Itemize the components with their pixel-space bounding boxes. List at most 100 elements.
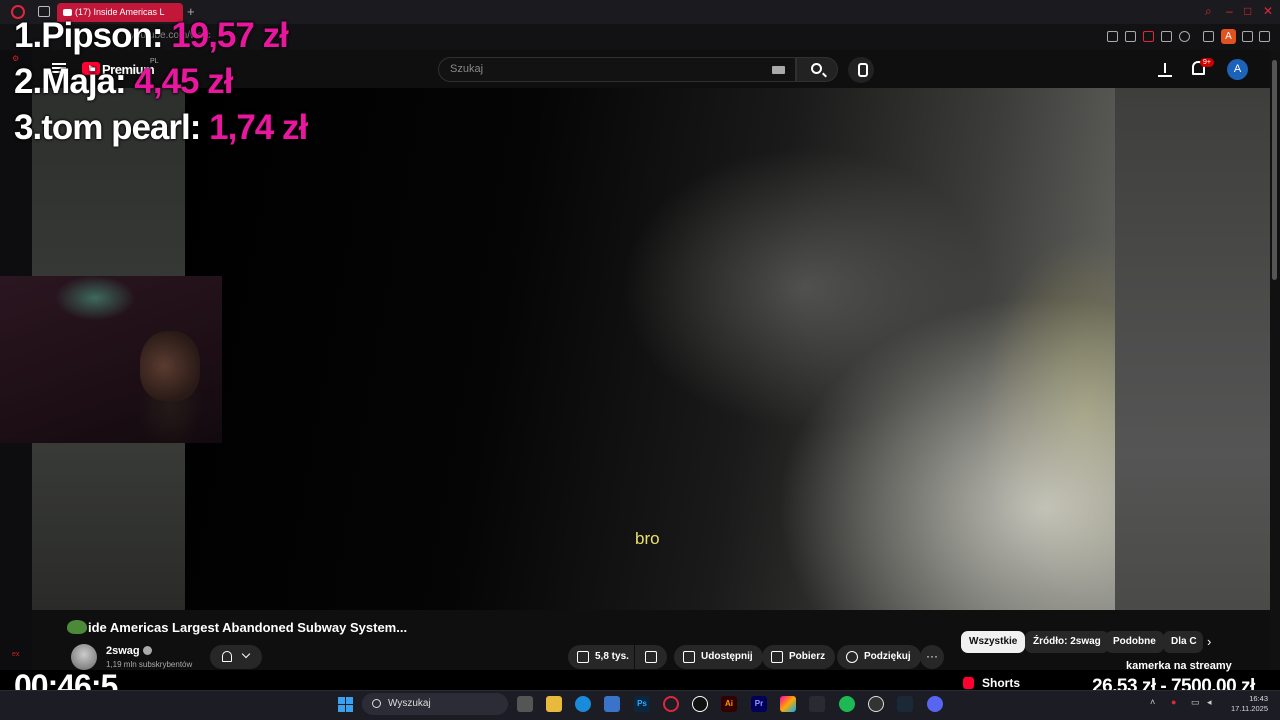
download-label: Pobierz xyxy=(789,651,826,662)
leaderboard-entry-1: 1.Pipson: 19,57 zł xyxy=(14,16,289,56)
display-icon[interactable]: ▭ xyxy=(1191,697,1200,708)
chip-source[interactable]: Źródło: 2swag xyxy=(1025,631,1109,653)
heart-icon[interactable] xyxy=(1179,31,1190,42)
clock-date: 17.11.2025 xyxy=(1231,704,1268,713)
subscription-bell-button[interactable] xyxy=(210,645,262,669)
thanks-icon xyxy=(846,651,858,663)
premiere-icon[interactable]: Pr xyxy=(751,696,767,712)
leaderboard-name: Pipson: xyxy=(41,16,163,55)
illustrator-icon[interactable]: Ai xyxy=(721,696,737,712)
volume-icon[interactable]: ◂ xyxy=(1207,697,1212,708)
thumbs-down-icon xyxy=(645,651,657,663)
subscriber-count: 1,19 mln subskrybentów xyxy=(106,660,193,669)
downloads-icon[interactable] xyxy=(1242,31,1253,42)
taskbar-clock[interactable]: 16:43 17.11.2025 xyxy=(1228,694,1268,714)
chip-related[interactable]: Podobne xyxy=(1105,631,1164,653)
steam-friends-icon[interactable] xyxy=(868,696,884,712)
search-icon xyxy=(372,699,381,708)
leaderboard-rank: 1. xyxy=(14,16,42,55)
keyboard-icon[interactable] xyxy=(772,66,785,74)
leaderboard-rank: 2. xyxy=(14,62,42,101)
leaderboard-amount: 1,74 zł xyxy=(209,108,308,147)
extension-a-icon[interactable]: A xyxy=(1221,29,1236,44)
microphone-icon[interactable]: ● xyxy=(1171,697,1176,707)
verified-icon xyxy=(142,646,152,655)
file-explorer-icon[interactable] xyxy=(546,696,562,712)
webcam-overlay xyxy=(0,276,222,443)
share-label: Udostępnij xyxy=(701,651,753,662)
scroll-thumb[interactable] xyxy=(1272,60,1277,280)
overlay-small-label: ex xyxy=(12,651,20,658)
more-actions-button[interactable]: ··· xyxy=(920,645,944,669)
photoshop-icon[interactable]: Ps xyxy=(634,696,650,712)
leaderboard-entry-3: 3.tom pearl: 1,74 zł xyxy=(14,108,308,148)
share-icon xyxy=(683,651,695,663)
streamer-face xyxy=(140,331,200,401)
minimize-button[interactable]: – xyxy=(1226,4,1233,18)
account-avatar[interactable]: A xyxy=(1227,59,1248,80)
search-tabs-icon[interactable]: ⌕ xyxy=(1205,4,1212,19)
task-view-icon[interactable] xyxy=(517,696,533,712)
dislike-button[interactable] xyxy=(635,645,667,669)
taskbar-search-label: Wyszukaj xyxy=(388,698,431,709)
search-button[interactable] xyxy=(796,57,838,82)
thanks-label: Podziękuj xyxy=(864,651,911,662)
shorts-icon xyxy=(963,677,974,689)
leaderboard-entry-2: 2.Maja: 4,45 zł xyxy=(14,62,233,102)
chevron-right-icon[interactable]: › xyxy=(1207,634,1211,649)
video-ambient-right xyxy=(1115,88,1270,610)
voice-search-button[interactable] xyxy=(848,57,874,83)
play-icon[interactable] xyxy=(1161,31,1172,42)
chip-for-you[interactable]: Dla C xyxy=(1163,631,1203,653)
leaderboard-amount: 4,45 zł xyxy=(134,62,233,101)
spotify-icon[interactable] xyxy=(839,696,855,712)
taskbar-search[interactable]: Wyszukaj xyxy=(362,693,508,715)
tray-chevron-up-icon[interactable]: ˄ xyxy=(1150,697,1155,707)
opera-icon[interactable] xyxy=(663,696,679,712)
donation-goal-title: kamerka na streamy xyxy=(1126,660,1232,672)
pocket-icon[interactable] xyxy=(1143,31,1154,42)
edge-icon[interactable] xyxy=(575,696,591,712)
discord-icon[interactable] xyxy=(927,696,943,712)
channel-avatar[interactable] xyxy=(71,644,97,670)
store-icon[interactable] xyxy=(604,696,620,712)
notification-count-badge: 9+ xyxy=(1200,58,1214,67)
search-icon xyxy=(811,63,822,74)
download-icon xyxy=(771,651,783,663)
windows-start-icon[interactable] xyxy=(338,697,353,712)
steam-icon[interactable] xyxy=(897,696,913,712)
thumbs-up-icon xyxy=(577,651,589,663)
chip-all[interactable]: Wszystkie xyxy=(961,631,1026,653)
menu-icon[interactable] xyxy=(1259,31,1270,42)
bell-icon xyxy=(222,651,232,662)
gradient-app-icon[interactable] xyxy=(780,696,796,712)
share-button[interactable]: Udostępnij xyxy=(674,645,763,669)
clock-time: 16:43 xyxy=(1249,694,1268,703)
maximize-button[interactable]: □ xyxy=(1244,4,1251,18)
create-upload-icon[interactable] xyxy=(1158,61,1172,77)
snapshot-icon[interactable] xyxy=(1125,31,1136,42)
blank-app-icon[interactable] xyxy=(809,696,825,712)
channel-name[interactable]: 2swag xyxy=(106,645,152,657)
close-button[interactable]: ✕ xyxy=(1263,4,1273,18)
like-button[interactable]: 5,8 tys. xyxy=(568,645,634,669)
like-count: 5,8 tys. xyxy=(595,651,629,662)
leaderboard-name: Maja: xyxy=(41,62,126,101)
page-scrollbar[interactable] xyxy=(1270,50,1280,670)
download-button[interactable]: Pobierz xyxy=(762,645,836,669)
leaderboard-amount: 19,57 zł xyxy=(171,16,289,55)
chevron-down-icon xyxy=(241,649,251,659)
shorts-label: Shorts xyxy=(982,676,1021,690)
youtube-favicon-icon xyxy=(63,9,72,16)
search-input[interactable]: Szukaj xyxy=(438,57,796,82)
thanks-button[interactable]: Podziękuj xyxy=(837,645,921,669)
search-placeholder: Szukaj xyxy=(450,63,484,75)
leaderboard-rank: 3. xyxy=(14,108,42,147)
pin-icon[interactable] xyxy=(1107,31,1118,42)
extensions-icon[interactable] xyxy=(1203,31,1214,42)
leaderboard-name: tom pearl: xyxy=(41,108,201,147)
pen-app-icon[interactable] xyxy=(692,696,708,712)
video-title: ide Americas Largest Abandoned Subway Sy… xyxy=(88,620,408,635)
channel-name-text: 2swag xyxy=(106,645,140,657)
video-subtitle: bro xyxy=(635,529,660,548)
